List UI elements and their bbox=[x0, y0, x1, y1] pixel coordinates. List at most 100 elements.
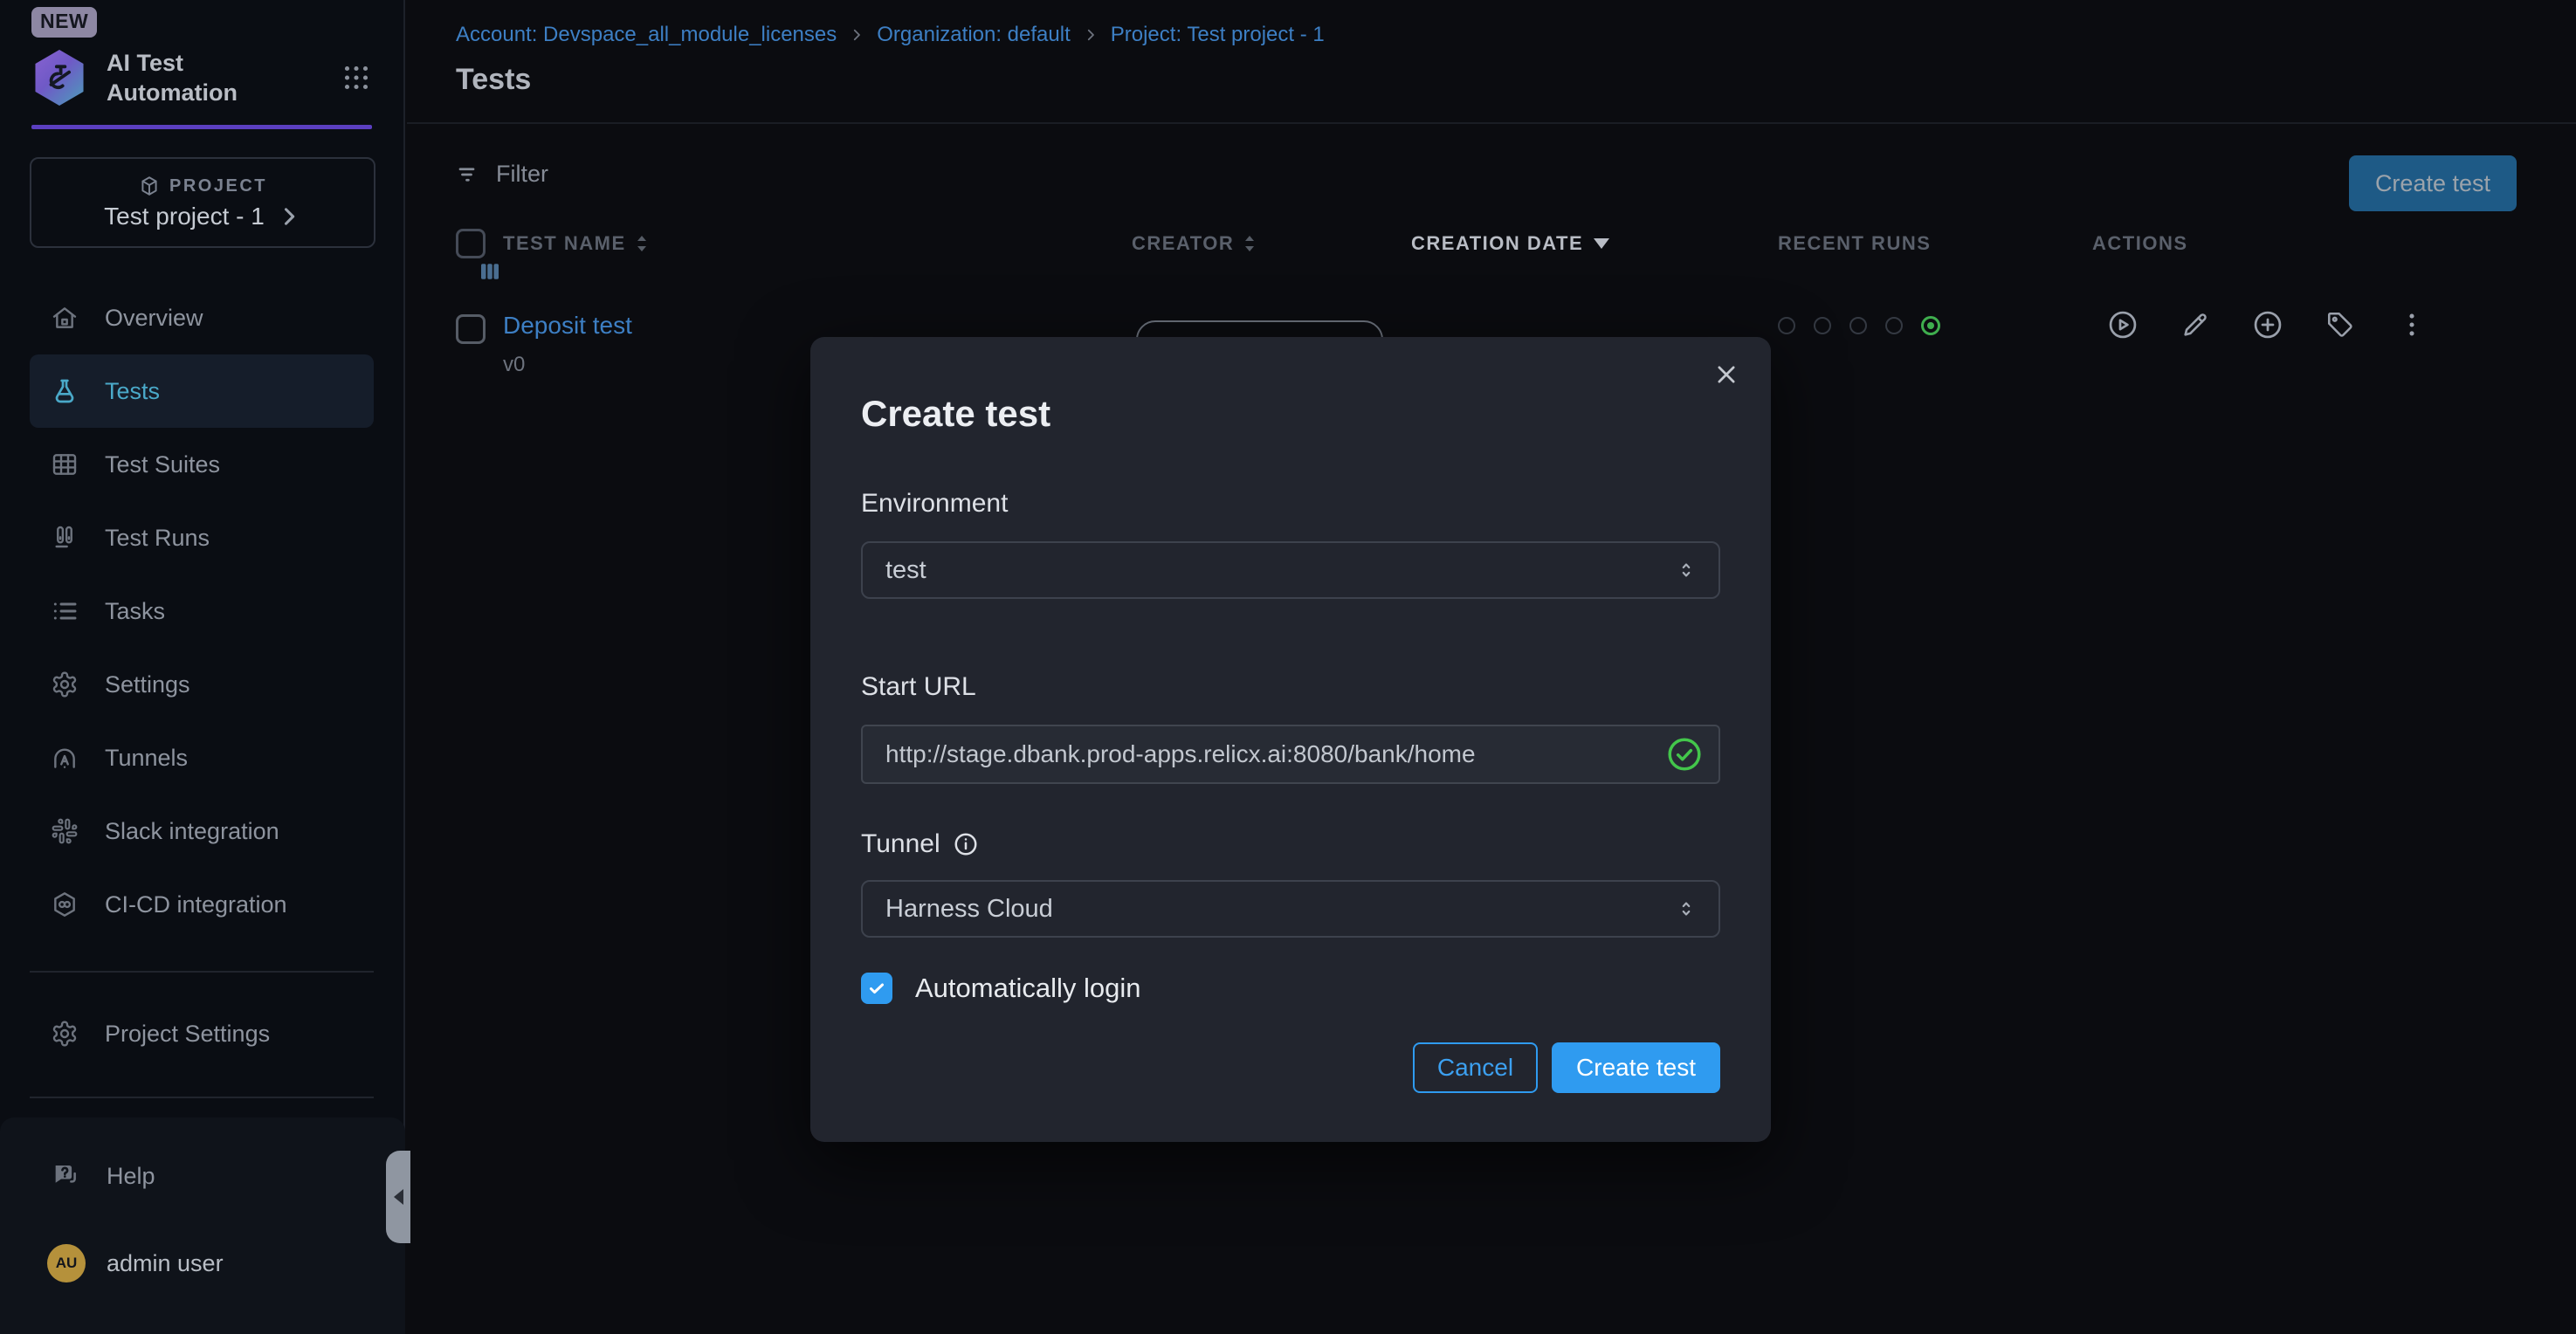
actions-cell bbox=[2092, 309, 2487, 340]
sidebar-item-label: Tests bbox=[105, 378, 160, 405]
sidebar-nav: Overview Tests Test Suites Test Runs bbox=[0, 281, 403, 941]
user-menu[interactable]: AU admin user bbox=[30, 1229, 375, 1297]
run-status-dot[interactable] bbox=[1814, 317, 1831, 334]
create-test-modal: Create test Environment test Start URL h… bbox=[810, 337, 1771, 1142]
create-test-button[interactable]: Create test bbox=[2349, 155, 2517, 211]
project-kicker-label: PROJECT bbox=[169, 176, 267, 196]
tunnel-icon bbox=[51, 744, 79, 772]
home-icon bbox=[51, 304, 79, 332]
environment-value: test bbox=[885, 556, 926, 585]
sidebar-item-slack-integration[interactable]: Slack integration bbox=[30, 794, 374, 868]
sidebar-item-tunnels[interactable]: Tunnels bbox=[30, 721, 374, 794]
sidebar-item-label: CI-CD integration bbox=[105, 891, 287, 918]
column-header-creation-date[interactable]: CREATION DATE bbox=[1411, 232, 1778, 255]
sidebar-divider bbox=[30, 971, 374, 973]
table-grid-icon bbox=[51, 450, 79, 478]
user-name: admin user bbox=[107, 1250, 224, 1277]
app-switcher-icon[interactable] bbox=[341, 62, 372, 93]
edit-pencil-icon[interactable] bbox=[2180, 310, 2210, 340]
tag-icon[interactable] bbox=[2325, 310, 2355, 340]
select-all-checkbox[interactable] bbox=[456, 229, 486, 258]
tunnel-select[interactable]: Harness Cloud bbox=[861, 880, 1720, 938]
test-name-link[interactable]: Deposit test bbox=[503, 311, 1132, 340]
auto-login-label: Automatically login bbox=[915, 973, 1140, 1004]
sidebar-footer: Help AU admin user bbox=[0, 1117, 405, 1334]
breadcrumb-organization[interactable]: Organization: default bbox=[877, 23, 1070, 47]
modal-create-test-button[interactable]: Create test bbox=[1552, 1042, 1720, 1093]
filter-icon bbox=[456, 162, 482, 188]
avatar: AU bbox=[47, 1244, 86, 1282]
sidebar-item-test-runs[interactable]: Test Runs bbox=[30, 501, 374, 574]
chevron-right-icon bbox=[277, 204, 301, 229]
help-chat-icon bbox=[51, 1161, 80, 1191]
start-url-label: Start URL bbox=[861, 672, 1720, 702]
close-icon[interactable] bbox=[1713, 361, 1739, 388]
sidebar-item-help[interactable]: Help bbox=[30, 1142, 375, 1210]
sidebar-item-test-suites[interactable]: Test Suites bbox=[30, 428, 374, 501]
app-title: AI Test Automation bbox=[107, 48, 316, 107]
sidebar-item-cicd-integration[interactable]: CI-CD integration bbox=[30, 868, 374, 941]
chevron-right-icon bbox=[1083, 27, 1099, 43]
sort-desc-icon bbox=[1594, 238, 1609, 249]
more-kebab-icon[interactable] bbox=[2397, 310, 2427, 340]
cicd-hexagon-link-icon bbox=[51, 890, 79, 918]
chevron-left-icon bbox=[394, 1189, 403, 1205]
sort-icon bbox=[1241, 232, 1258, 255]
valid-check-circle-icon bbox=[1666, 736, 1703, 773]
row-checkbox[interactable] bbox=[456, 314, 486, 344]
sidebar-item-label: Help bbox=[107, 1163, 155, 1190]
column-header-actions: ACTIONS bbox=[2092, 232, 2487, 255]
chevron-right-icon bbox=[849, 27, 864, 43]
sidebar-item-label: Test Suites bbox=[105, 451, 220, 478]
sidebar-divider bbox=[30, 1097, 374, 1098]
breadcrumb: Account: Devspace_all_module_licenses Or… bbox=[456, 23, 2527, 47]
new-badge: NEW bbox=[31, 7, 97, 38]
page-header: Account: Devspace_all_module_licenses Or… bbox=[407, 0, 2576, 124]
column-settings-icon[interactable] bbox=[477, 258, 503, 285]
project-selector[interactable]: PROJECT Test project - 1 bbox=[30, 157, 375, 248]
sidebar-item-overview[interactable]: Overview bbox=[30, 281, 374, 354]
auto-login-checkbox[interactable] bbox=[861, 973, 892, 1004]
breadcrumb-project[interactable]: Project: Test project - 1 bbox=[1111, 23, 1325, 47]
sidebar-item-settings[interactable]: Settings bbox=[30, 648, 374, 721]
start-url-input[interactable]: http://stage.dbank.prod-apps.relicx.ai:8… bbox=[861, 725, 1720, 784]
run-status-dot[interactable] bbox=[1778, 317, 1795, 334]
add-plus-circle-icon[interactable] bbox=[2252, 309, 2283, 340]
flask-icon bbox=[51, 377, 79, 405]
run-test-icon[interactable] bbox=[2107, 309, 2139, 340]
sidebar-item-label: Overview bbox=[105, 305, 203, 332]
tunnel-label: Tunnel bbox=[861, 829, 1720, 859]
auto-login-row: Automatically login bbox=[861, 973, 1720, 1004]
sidebar-item-label: Project Settings bbox=[105, 1021, 270, 1048]
slack-icon bbox=[51, 817, 79, 845]
column-header-recent-runs: RECENT RUNS bbox=[1778, 232, 2092, 255]
chevron-up-down-icon bbox=[1675, 897, 1698, 920]
brand-underline bbox=[31, 125, 372, 129]
chevron-up-down-icon bbox=[1675, 559, 1698, 581]
column-header-test-name[interactable]: TEST NAME bbox=[503, 232, 1132, 255]
sidebar-item-label: Tunnels bbox=[105, 745, 188, 772]
app-screen: NEW AI Test Automation bbox=[0, 0, 2576, 1334]
modal-buttons: Cancel Create test bbox=[861, 1042, 1720, 1093]
run-status-dot[interactable] bbox=[1849, 317, 1867, 334]
tunnel-value: Harness Cloud bbox=[885, 895, 1053, 924]
run-status-dot-passed[interactable] bbox=[1921, 316, 1940, 335]
sidebar-item-tasks[interactable]: Tasks bbox=[30, 574, 374, 648]
gear-icon bbox=[51, 1020, 79, 1048]
sort-icon bbox=[633, 232, 651, 255]
table-header: TEST NAME CREATOR CREATION DATE RECENT R… bbox=[407, 229, 2576, 278]
breadcrumb-account[interactable]: Account: Devspace_all_module_licenses bbox=[456, 23, 837, 47]
cancel-button[interactable]: Cancel bbox=[1413, 1042, 1538, 1093]
filter-button[interactable]: Filter bbox=[456, 161, 548, 188]
sidebar-item-project-settings[interactable]: Project Settings bbox=[30, 997, 374, 1070]
run-status-dot[interactable] bbox=[1885, 317, 1903, 334]
environment-select[interactable]: test bbox=[861, 541, 1720, 599]
sidebar-item-label: Test Runs bbox=[105, 525, 210, 552]
app-logo-icon bbox=[31, 50, 87, 106]
environment-label: Environment bbox=[861, 489, 1720, 519]
sidebar-item-label: Settings bbox=[105, 671, 190, 698]
info-icon[interactable] bbox=[953, 831, 979, 857]
modal-title: Create test bbox=[861, 393, 1720, 435]
sidebar-item-tests[interactable]: Tests bbox=[30, 354, 374, 428]
column-header-creator[interactable]: CREATOR bbox=[1132, 232, 1411, 255]
